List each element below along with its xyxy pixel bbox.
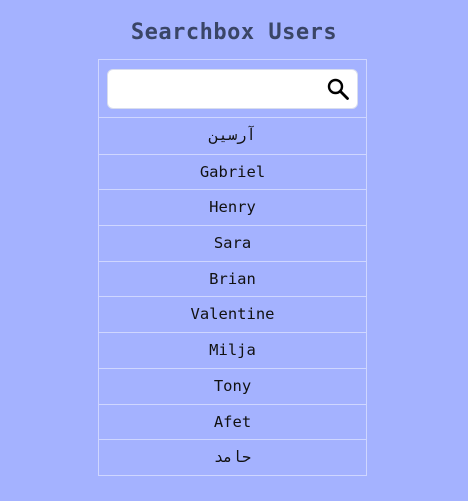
search-input[interactable] (108, 70, 318, 108)
list-item[interactable]: Tony (99, 367, 366, 404)
list-item[interactable]: Afet (99, 403, 366, 440)
list-item[interactable]: Valentine (99, 296, 366, 332)
list-item[interactable]: Gabriel (99, 153, 366, 190)
search-icon[interactable] (326, 77, 350, 101)
list-item[interactable]: آرسين (99, 118, 366, 154)
user-list: آرسين Gabriel Henry Sara Brian Valentine… (99, 118, 366, 475)
list-item[interactable]: حامد (99, 439, 366, 475)
list-item[interactable]: Brian (99, 260, 366, 297)
list-item[interactable]: Sara (99, 225, 366, 261)
list-item[interactable]: Henry (99, 189, 366, 225)
page-title: Searchbox Users (130, 20, 338, 45)
search-box (107, 69, 358, 109)
search-row (99, 60, 366, 118)
list-item[interactable]: Milja (99, 332, 366, 368)
users-panel: آرسين Gabriel Henry Sara Brian Valentine… (98, 59, 367, 476)
